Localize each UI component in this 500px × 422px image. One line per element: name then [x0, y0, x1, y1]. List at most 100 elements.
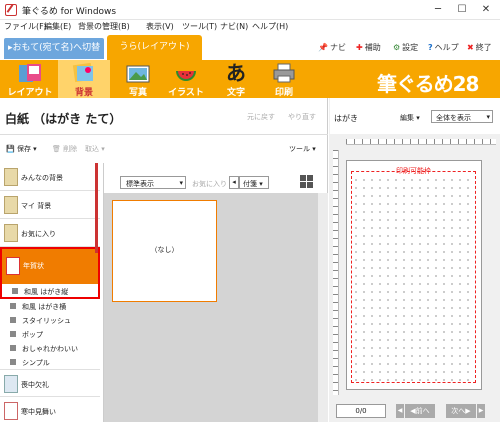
category-new-year[interactable]: 年賀状 — [0, 247, 100, 284]
window-title: 筆ぐるめ for Windows — [22, 7, 117, 17]
gear-icon: ⚙ — [393, 43, 401, 52]
view-select-value: 標準表示 — [126, 180, 154, 188]
import-label: 取込 — [85, 145, 99, 153]
assist-button[interactable]: ✚ 補助 — [356, 42, 381, 53]
settings-button[interactable]: ⚙ 設定 — [393, 42, 418, 53]
subcategory-cute[interactable]: おしゃれかわいい — [0, 341, 100, 355]
brand-logo: 筆ぐるめ28 — [377, 72, 479, 96]
help-button[interactable]: ? ヘルプ — [428, 42, 459, 53]
subcategory-pop[interactable]: ポップ — [0, 327, 100, 341]
grid-scrollbar[interactable] — [318, 193, 328, 422]
print-label: 印刷 — [274, 88, 293, 98]
delete-label: 削除 — [63, 145, 78, 153]
assist-label: 補助 — [364, 43, 381, 52]
category-everyone-backgrounds[interactable]: みんなの背景 — [0, 163, 100, 191]
subcategory-label: 和風 はがき横 — [22, 303, 67, 311]
redo-button[interactable]: やり直す — [288, 112, 316, 122]
prev-button[interactable]: ◀前へ — [405, 404, 435, 418]
settings-label: 設定 — [402, 43, 419, 52]
watermelon-icon — [176, 71, 196, 81]
page-counter: 0/0 — [336, 404, 386, 418]
photo-button[interactable]: 写真 — [112, 60, 164, 98]
new-year-card-icon — [6, 257, 20, 275]
subcategory-stylish[interactable]: スタイリッシュ — [0, 313, 100, 327]
background-button[interactable]: 背景 — [58, 60, 110, 98]
subcategory-label: おしゃれかわいい — [22, 345, 78, 353]
category-mourning[interactable]: 喪中欠礼 — [0, 369, 100, 397]
illust-label: イラスト — [168, 88, 204, 98]
close-button[interactable]: ✕ — [478, 3, 494, 17]
minimize-button[interactable]: ─ — [430, 3, 446, 17]
delete-button[interactable]: 🗑 削除 — [52, 144, 77, 154]
trash-icon: 🗑 — [52, 145, 61, 153]
menu-navi[interactable]: ナビ(N) — [218, 21, 250, 32]
bullet-icon — [10, 317, 16, 323]
maximize-button[interactable]: ☐ — [454, 3, 470, 17]
bullet-icon — [10, 331, 16, 337]
layout-button[interactable]: レイアウト — [4, 60, 56, 98]
question-icon: ? — [428, 43, 433, 52]
category-label: マイ 背景 — [21, 202, 52, 210]
subcategory-label: 和風 はがき縦 — [24, 288, 69, 296]
favorite-filter-button[interactable]: お気に入り — [192, 179, 227, 189]
category-my-backgrounds[interactable]: マイ 背景 — [0, 191, 100, 219]
exit-button[interactable]: ✖ 終了 — [467, 42, 492, 53]
thumbnail-label: （なし） — [150, 246, 179, 254]
vertical-ruler — [333, 150, 339, 395]
subcategory-simple[interactable]: シンプル — [0, 355, 100, 369]
folder-star-icon — [4, 224, 18, 242]
print-button[interactable]: 印刷 — [258, 60, 310, 98]
chevron-down-icon: ▾ — [486, 113, 490, 121]
tag-label: 付箋 — [243, 180, 257, 188]
tag-select[interactable]: 付箋 ▾ — [239, 176, 269, 189]
prev-tag-button[interactable]: ◂ — [229, 176, 239, 189]
menu-help[interactable]: ヘルプ(H) — [250, 21, 290, 32]
background-icon — [72, 63, 94, 83]
subcategory-washi-horizontal[interactable]: 和風 はがき横 — [0, 299, 100, 313]
text-a-icon: あ — [226, 61, 246, 85]
view-select[interactable]: 標準表示 ▾ — [120, 176, 186, 189]
menu-edit[interactable]: 編集(E) — [42, 21, 73, 32]
first-page-button[interactable]: ◀ — [396, 404, 404, 418]
horizontal-ruler — [346, 139, 496, 145]
illust-button[interactable]: イラスト — [160, 60, 212, 98]
photo-label: 写真 — [128, 88, 147, 98]
paper-type-label: はがき — [334, 114, 358, 123]
navi-label: ナビ — [329, 43, 346, 52]
edit-dropdown[interactable]: 編集 ▾ — [400, 113, 420, 123]
tab-front-switch[interactable]: ▸おもて(宛て名)へ切替 — [4, 38, 104, 59]
tab-back-layout[interactable]: うら(レイアウト) — [107, 35, 202, 60]
tools-dropdown[interactable]: ツール ▾ — [289, 144, 316, 154]
next-button[interactable]: 次へ▶ — [446, 404, 476, 418]
bullet-icon — [10, 303, 16, 309]
edit-label: 編集 — [400, 114, 414, 122]
category-favorites[interactable]: お気に入り — [0, 219, 100, 247]
undo-button[interactable]: 元に戻す — [247, 112, 275, 122]
subcategory-label: スタイリッシュ — [22, 317, 71, 325]
pin-icon: 📌 — [318, 43, 328, 52]
printable-area-label: 印刷可能枠 — [396, 167, 431, 175]
tab-bar: ▸おもて(宛て名)へ切替 うら(レイアウト) 📌 ナビ ✚ 補助 ⚙ 設定 ? ヘルプ … — [0, 34, 500, 60]
subcategory-washi-vertical[interactable]: 和風 はがき縦 — [0, 284, 100, 299]
import-button[interactable]: 取込 ▾ — [85, 144, 105, 154]
save-label: 保存 — [16, 145, 31, 153]
menu-tools[interactable]: ツール(T) — [180, 21, 219, 32]
floppy-icon: 💾 — [6, 145, 15, 153]
layout-icon — [19, 64, 41, 82]
last-page-button[interactable]: ▶ — [477, 404, 485, 418]
zoom-select[interactable]: 全体を表示 ▾ — [431, 110, 493, 123]
chevron-down-icon: ▾ — [179, 179, 183, 187]
text-button[interactable]: あ 文字 — [210, 60, 262, 98]
subcategory-label: シンプル — [22, 359, 50, 367]
plus-icon: ✚ — [356, 43, 363, 52]
grid-view-icon[interactable] — [300, 175, 313, 188]
app-icon — [5, 4, 17, 16]
menu-background-manage[interactable]: 背景の管理(B) — [76, 21, 132, 32]
photo-icon — [126, 65, 150, 83]
menu-view[interactable]: 表示(V) — [144, 21, 176, 32]
save-button[interactable]: 💾 保存 ▾ — [6, 144, 37, 154]
category-label: みんなの背景 — [21, 174, 63, 182]
category-winter-greeting[interactable]: 寒中見舞い — [0, 397, 100, 422]
page-title: 白紙 （はがき たて） — [5, 112, 122, 126]
navi-button[interactable]: 📌 ナビ — [318, 42, 346, 53]
